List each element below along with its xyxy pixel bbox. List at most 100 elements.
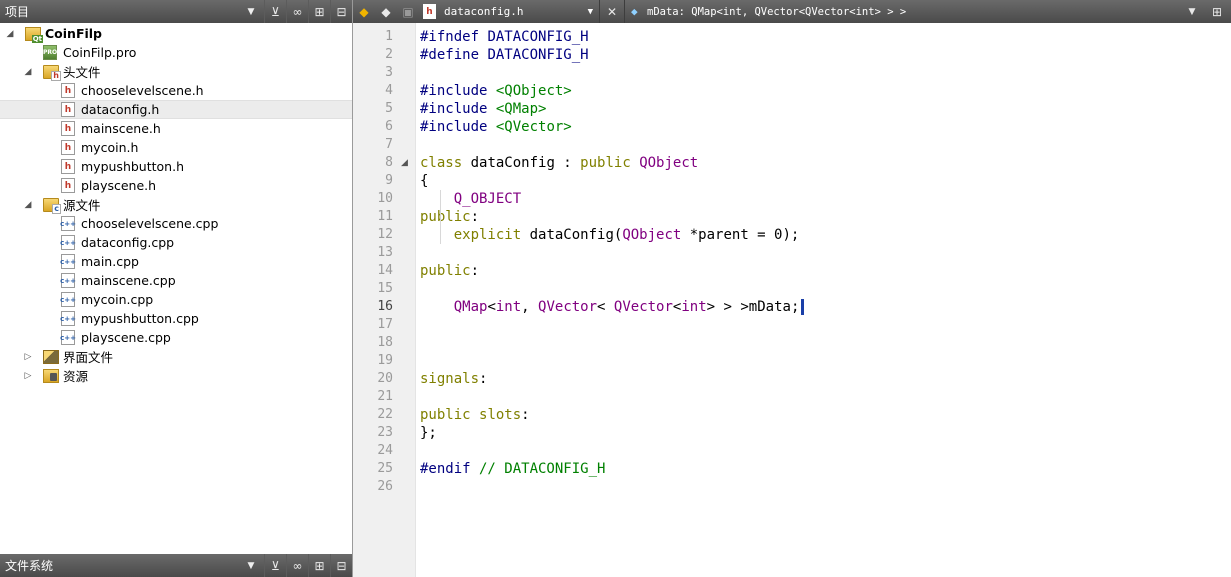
- collapsed-arrow-icon[interactable]: ▷: [23, 352, 33, 362]
- file-selector[interactable]: h dataconfig.h ▼: [419, 0, 599, 23]
- expanded-arrow-icon[interactable]: ◢: [23, 67, 33, 77]
- code-line[interactable]: };: [420, 424, 437, 442]
- header-file-icon: h: [61, 159, 75, 174]
- line-number: 12: [377, 227, 393, 242]
- code-line[interactable]: public:: [420, 262, 479, 280]
- symbol-selector[interactable]: ◆ mData: QMap<int, QVector<QVector<int> …: [625, 0, 1181, 23]
- tree-item[interactable]: ▷ 界面文件: [0, 347, 352, 366]
- close-panel-icon[interactable]: ⊟: [330, 554, 352, 577]
- cpp-file-icon: c++: [60, 330, 76, 345]
- tree-item-label: 头文件: [63, 65, 101, 80]
- tree-item[interactable]: h dataconfig.h: [0, 100, 352, 119]
- forward-arrow-icon[interactable]: ◆: [375, 0, 397, 23]
- header-file-icon: h: [61, 140, 75, 155]
- tree-item-label: chooselevelscene.h: [81, 83, 204, 98]
- back-arrow-icon[interactable]: ◆: [353, 0, 375, 23]
- tree-item[interactable]: c++ dataconfig.cpp: [0, 233, 352, 252]
- line-number: 1: [385, 29, 393, 44]
- code-area[interactable]: #ifndef DATACONFIG_H #define DATACONFIG_H…: [416, 23, 1231, 577]
- tree-item-label: mainscene.h: [81, 121, 161, 136]
- tree-item-label: mycoin.h: [81, 140, 139, 155]
- chevron-down-icon[interactable]: ▼: [1181, 0, 1203, 23]
- tree-item[interactable]: c++ main.cpp: [0, 252, 352, 271]
- close-panel-icon[interactable]: ⊟: [330, 0, 352, 23]
- close-document-icon[interactable]: ✕: [600, 0, 624, 23]
- cpp-file-icon: c++: [60, 311, 76, 326]
- lock-icon[interactable]: ▣: [397, 0, 419, 23]
- tree-item[interactable]: c++ chooselevelscene.cpp: [0, 214, 352, 233]
- header-file-icon: h: [61, 178, 75, 193]
- project-panel-title: 项目: [5, 5, 30, 19]
- expanded-arrow-icon[interactable]: ◢: [5, 29, 15, 39]
- chevron-down-icon: ▼: [587, 6, 593, 17]
- fold-marker-icon[interactable]: ◢: [401, 154, 408, 172]
- code-line[interactable]: signals:: [420, 370, 487, 388]
- project-panel: 项目 ▼ ⊻ ∞ ⊞ ⊟ ◢ Qt CoinFilp PRO CoinFilp.pro ◢…: [0, 0, 353, 577]
- cpp-file-icon: c++: [60, 216, 76, 231]
- code-line[interactable]: #include <QMap>: [420, 100, 546, 118]
- split-icon[interactable]: ⊞: [308, 0, 330, 23]
- filter-icon[interactable]: ⊻: [264, 0, 286, 23]
- line-number: 18: [377, 335, 393, 350]
- filesystem-panel-header: 文件系统 ▼ ⊻ ∞ ⊞ ⊟: [0, 554, 352, 577]
- code-line[interactable]: public:: [420, 208, 479, 226]
- project-folder-icon: Qt: [25, 26, 43, 43]
- link-icon[interactable]: ∞: [286, 554, 308, 577]
- tree-item[interactable]: h mypushbutton.h: [0, 157, 352, 176]
- tree-item[interactable]: PRO CoinFilp.pro: [0, 43, 352, 62]
- code-line[interactable]: QMap<int, QVector< QVector<int> > >mData…: [420, 298, 805, 316]
- code-line[interactable]: #endif // DATACONFIG_H: [420, 460, 605, 478]
- code-line[interactable]: public slots:: [420, 406, 530, 424]
- split-editor-icon[interactable]: ⊞: [1203, 0, 1231, 23]
- filter-icon[interactable]: ⊻: [264, 554, 286, 577]
- tree-item[interactable]: h mainscene.h: [0, 119, 352, 138]
- tree-item[interactable]: h chooselevelscene.h: [0, 81, 352, 100]
- collapsed-arrow-icon[interactable]: ▷: [23, 371, 33, 381]
- line-number: 5: [385, 101, 393, 116]
- tree-item[interactable]: ◢ h 头文件: [0, 62, 352, 81]
- panel-dropdown-icon[interactable]: ▼: [244, 7, 258, 17]
- tree-item[interactable]: h mycoin.h: [0, 138, 352, 157]
- code-line[interactable]: class dataConfig : public QObject: [420, 154, 698, 172]
- project-tree: ◢ Qt CoinFilp PRO CoinFilp.pro ◢ h 头文件 h choosele…: [0, 23, 352, 554]
- panel-dropdown-icon[interactable]: ▼: [244, 561, 258, 571]
- code-line[interactable]: Q_OBJECT: [420, 190, 521, 208]
- cpp-file-icon: c++: [60, 235, 76, 250]
- forms-folder-icon: [43, 349, 59, 364]
- tree-item[interactable]: c++ mypushbutton.cpp: [0, 309, 352, 328]
- expanded-arrow-icon[interactable]: ◢: [23, 200, 33, 210]
- tree-item-label: mycoin.cpp: [81, 292, 154, 307]
- code-line[interactable]: {: [420, 172, 428, 190]
- line-number: 15: [377, 281, 393, 296]
- code-line[interactable]: #include <QObject>: [420, 82, 572, 100]
- tree-item[interactable]: ◢ c 源文件: [0, 195, 352, 214]
- line-number: 20: [377, 371, 393, 386]
- code-line[interactable]: #ifndef DATACONFIG_H: [420, 28, 589, 46]
- line-number-gutter: 1 2 3 4 5 6 7 8 ◢ 9 10 11 12 13 14 15 16 17 18 19 20 21 22 23 24…: [353, 23, 416, 577]
- tree-item-label: 资源: [63, 369, 89, 384]
- code-line[interactable]: #include <QVector>: [420, 118, 572, 136]
- symbol-selector-label: mData: QMap<int, QVector<QVector<int> > …: [647, 5, 907, 18]
- tree-item-label: chooselevelscene.cpp: [81, 216, 219, 231]
- code-editor: ◆ ◆ ▣ h dataconfig.h ▼ ✕ ◆ mData: QMap<i…: [353, 0, 1231, 577]
- tree-item[interactable]: c++ playscene.cpp: [0, 328, 352, 347]
- tree-item[interactable]: h playscene.h: [0, 176, 352, 195]
- header-file-icon: h: [61, 83, 75, 98]
- code-line[interactable]: explicit dataConfig(QObject *parent = 0)…: [420, 226, 800, 244]
- header-file-icon: h: [423, 4, 436, 19]
- cpp-file-icon: c++: [60, 292, 76, 307]
- line-number: 4: [385, 83, 393, 98]
- source-folder-icon: c: [43, 197, 61, 214]
- code-line[interactable]: #define DATACONFIG_H: [420, 46, 589, 64]
- split-icon[interactable]: ⊞: [308, 554, 330, 577]
- tree-item-label: dataconfig.cpp: [81, 235, 175, 250]
- tree-item[interactable]: ▷ 资源: [0, 366, 352, 385]
- tree-item[interactable]: ◢ Qt CoinFilp: [0, 24, 352, 43]
- project-panel-header: 项目 ▼ ⊻ ∞ ⊞ ⊟: [0, 0, 352, 23]
- line-number: 3: [385, 65, 393, 80]
- link-icon[interactable]: ∞: [286, 0, 308, 23]
- text-cursor: [801, 299, 805, 315]
- line-number: 9: [385, 173, 393, 188]
- tree-item[interactable]: c++ mycoin.cpp: [0, 290, 352, 309]
- tree-item[interactable]: c++ mainscene.cpp: [0, 271, 352, 290]
